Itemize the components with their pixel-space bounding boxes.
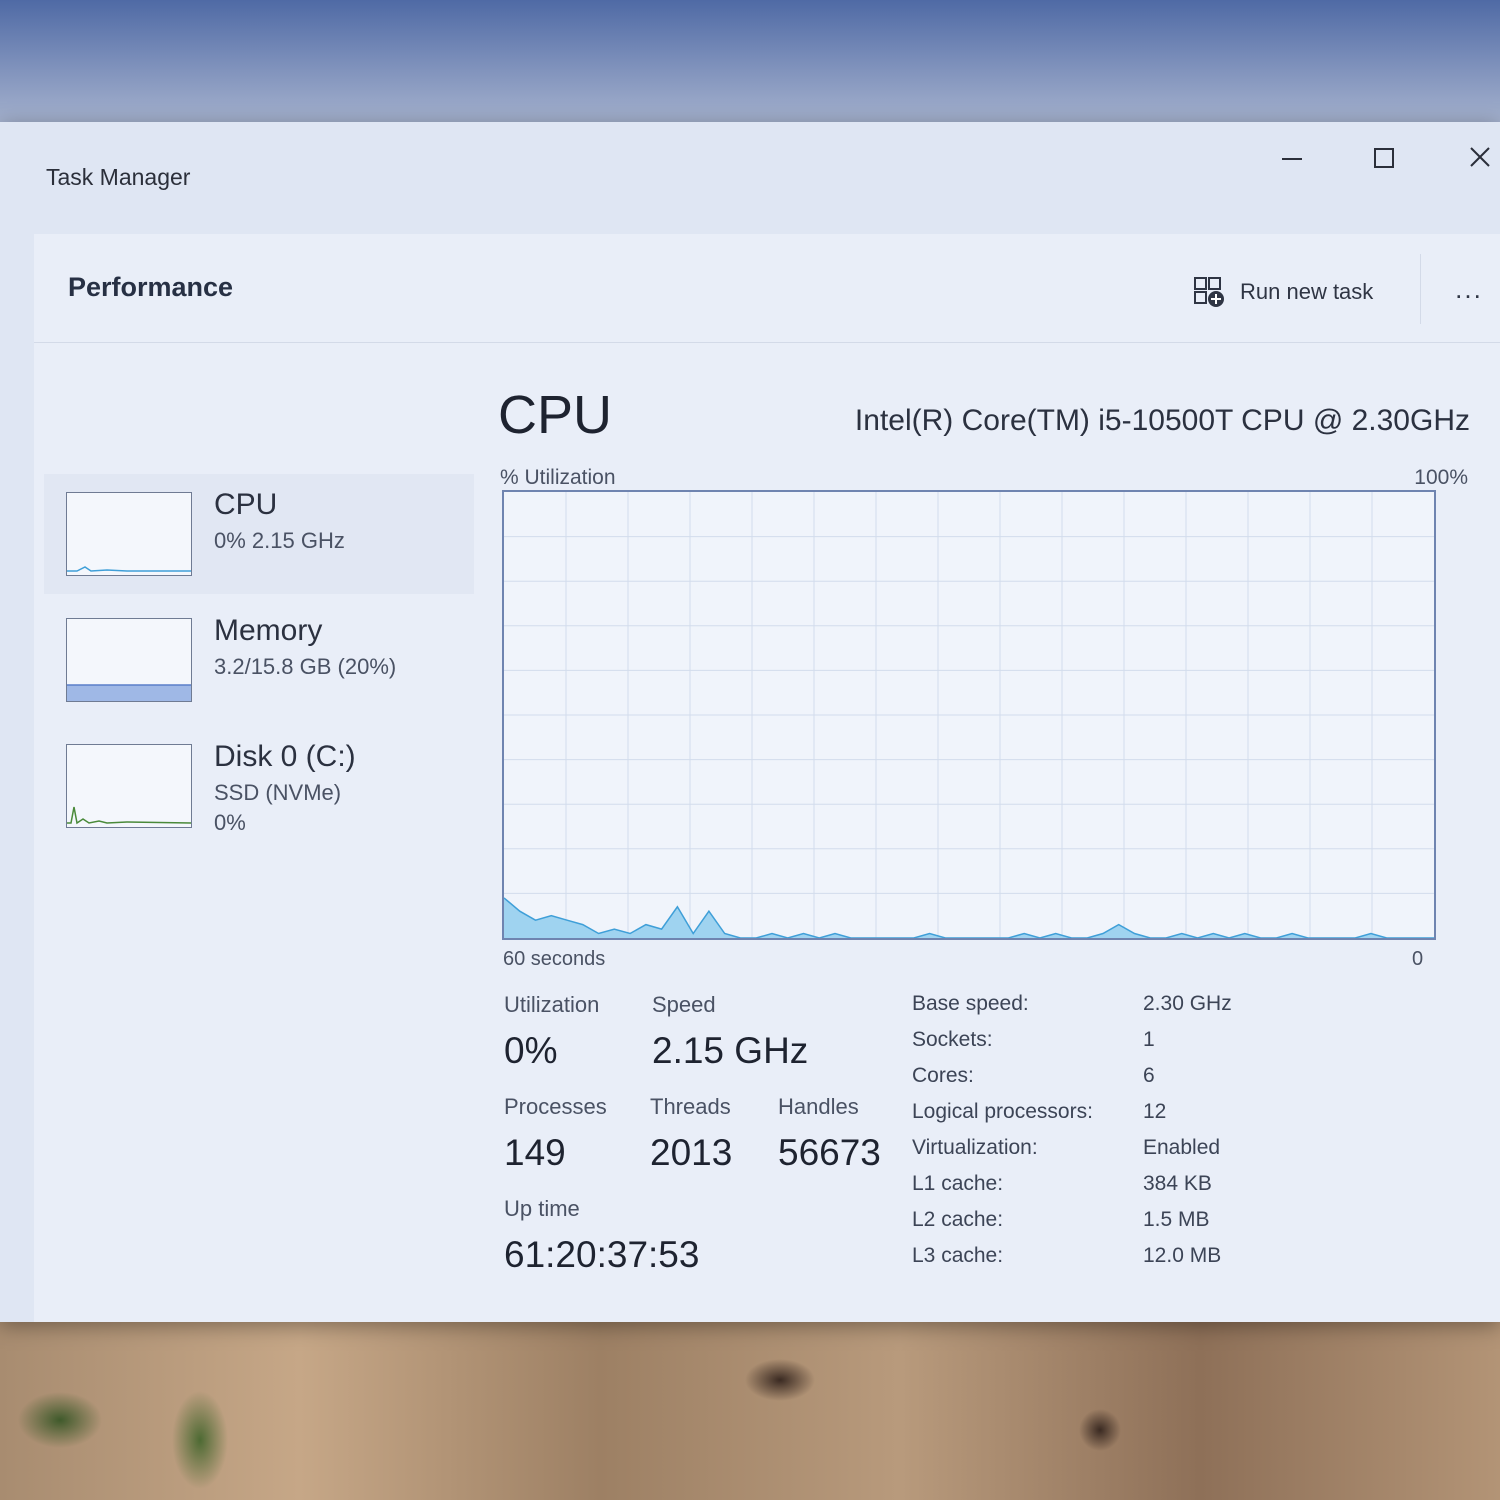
spec-label-l1-cache: L1 cache: xyxy=(912,1172,1004,1195)
sidebar-item-disk[interactable]: Disk 0 (C:) SSD (NVMe) 0% xyxy=(44,726,474,846)
memory-thumbnail-graph xyxy=(66,618,192,702)
graph-y-max-label: 100% xyxy=(1414,466,1468,489)
spec-label-base-speed: Base speed: xyxy=(912,992,1029,1015)
sidebar-item-detail-2: 0% xyxy=(214,810,246,835)
page-header: Performance Run new task ... xyxy=(34,234,1500,343)
spec-label-l2-cache: L2 cache: xyxy=(912,1208,1004,1231)
threads-value: 2013 xyxy=(650,1132,733,1173)
more-options-button[interactable]: ... xyxy=(1444,274,1494,310)
close-button[interactable] xyxy=(1450,142,1500,176)
sidebar-item-label: Memory xyxy=(214,614,323,647)
utilization-value: 0% xyxy=(504,1030,558,1071)
processes-value: 149 xyxy=(504,1132,566,1173)
sidebar-item-detail: 3.2/15.8 GB (20%) xyxy=(214,654,397,679)
uptime-label: Up time xyxy=(504,1196,580,1221)
run-task-icon xyxy=(1194,277,1224,307)
window-title: Task Manager xyxy=(46,164,191,190)
graph-x-left-label: 60 seconds xyxy=(503,948,606,970)
spec-value-logical-processors: 12 xyxy=(1143,1100,1167,1123)
cpu-utilization-area xyxy=(504,897,1434,938)
desktop-wallpaper-sky xyxy=(0,0,1500,130)
close-icon xyxy=(1470,147,1490,167)
handles-label: Handles xyxy=(778,1094,859,1119)
sidebar-item-memory[interactable]: Memory 3.2/15.8 GB (20%) xyxy=(44,600,474,720)
spec-value-virtualization: Enabled xyxy=(1143,1136,1221,1159)
spec-value-l1-cache: 384 KB xyxy=(1143,1172,1212,1195)
spec-label-sockets: Sockets: xyxy=(912,1028,993,1051)
sidebar-item-label: CPU xyxy=(214,488,278,521)
spec-label-virtualization: Virtualization: xyxy=(912,1136,1038,1159)
speed-value: 2.15 GHz xyxy=(652,1030,809,1071)
sidebar-item-label: Disk 0 (C:) xyxy=(214,740,356,773)
cpu-utilization-chart xyxy=(503,492,1434,939)
spec-value-l2-cache: 1.5 MB xyxy=(1143,1208,1210,1231)
cpu-model-name: Intel(R) Core(TM) i5-10500T CPU @ 2.30GH… xyxy=(854,404,1470,437)
disk-thumbnail-graph xyxy=(66,744,192,828)
disk-mini-graph xyxy=(67,806,191,825)
desktop-wallpaper-rocks xyxy=(0,1320,1500,1500)
threads-label: Threads xyxy=(650,1094,731,1119)
spec-label-cores: Cores: xyxy=(912,1064,974,1087)
task-manager-window: Task Manager Performance Run new task ..… xyxy=(0,122,1500,1322)
memory-mini-graph xyxy=(67,684,191,701)
sidebar-item-cpu[interactable]: CPU 0% 2.15 GHz xyxy=(44,474,474,594)
header-divider xyxy=(1420,254,1421,324)
sidebar-item-detail: SSD (NVMe) xyxy=(214,780,342,805)
spec-value-l3-cache: 12.0 MB xyxy=(1143,1244,1222,1267)
minimize-icon xyxy=(1282,158,1302,160)
uptime-value: 61:20:37:53 xyxy=(504,1234,700,1275)
utilization-label: Utilization xyxy=(504,992,600,1017)
maximize-button[interactable] xyxy=(1354,142,1414,176)
run-new-task-label: Run new task xyxy=(1240,279,1374,304)
handles-value: 56673 xyxy=(778,1132,881,1173)
spec-value-base-speed: 2.30 GHz xyxy=(1143,992,1232,1015)
minimize-button[interactable] xyxy=(1262,142,1322,176)
main-title: CPU xyxy=(498,385,613,445)
graph-x-right-label: 0 xyxy=(1412,948,1424,970)
maximize-icon xyxy=(1374,148,1394,168)
cpu-mini-graph xyxy=(67,566,191,572)
speed-label: Speed xyxy=(652,992,716,1017)
page-title: Performance xyxy=(68,272,234,302)
graph-y-label: % Utilization xyxy=(500,466,616,489)
spec-value-sockets: 1 xyxy=(1143,1028,1155,1051)
processes-label: Processes xyxy=(504,1094,607,1119)
spec-label-logical-processors: Logical processors: xyxy=(912,1100,1093,1123)
title-bar[interactable]: Task Manager xyxy=(0,122,1500,232)
cpu-thumbnail-graph xyxy=(66,492,192,576)
cpu-utilization-graph xyxy=(502,490,1436,940)
run-new-task-button[interactable]: Run new task xyxy=(1192,272,1373,312)
spec-value-cores: 6 xyxy=(1143,1064,1155,1087)
spec-label-l3-cache: L3 cache: xyxy=(912,1244,1004,1267)
sidebar-item-detail: 0% 2.15 GHz xyxy=(214,528,345,553)
